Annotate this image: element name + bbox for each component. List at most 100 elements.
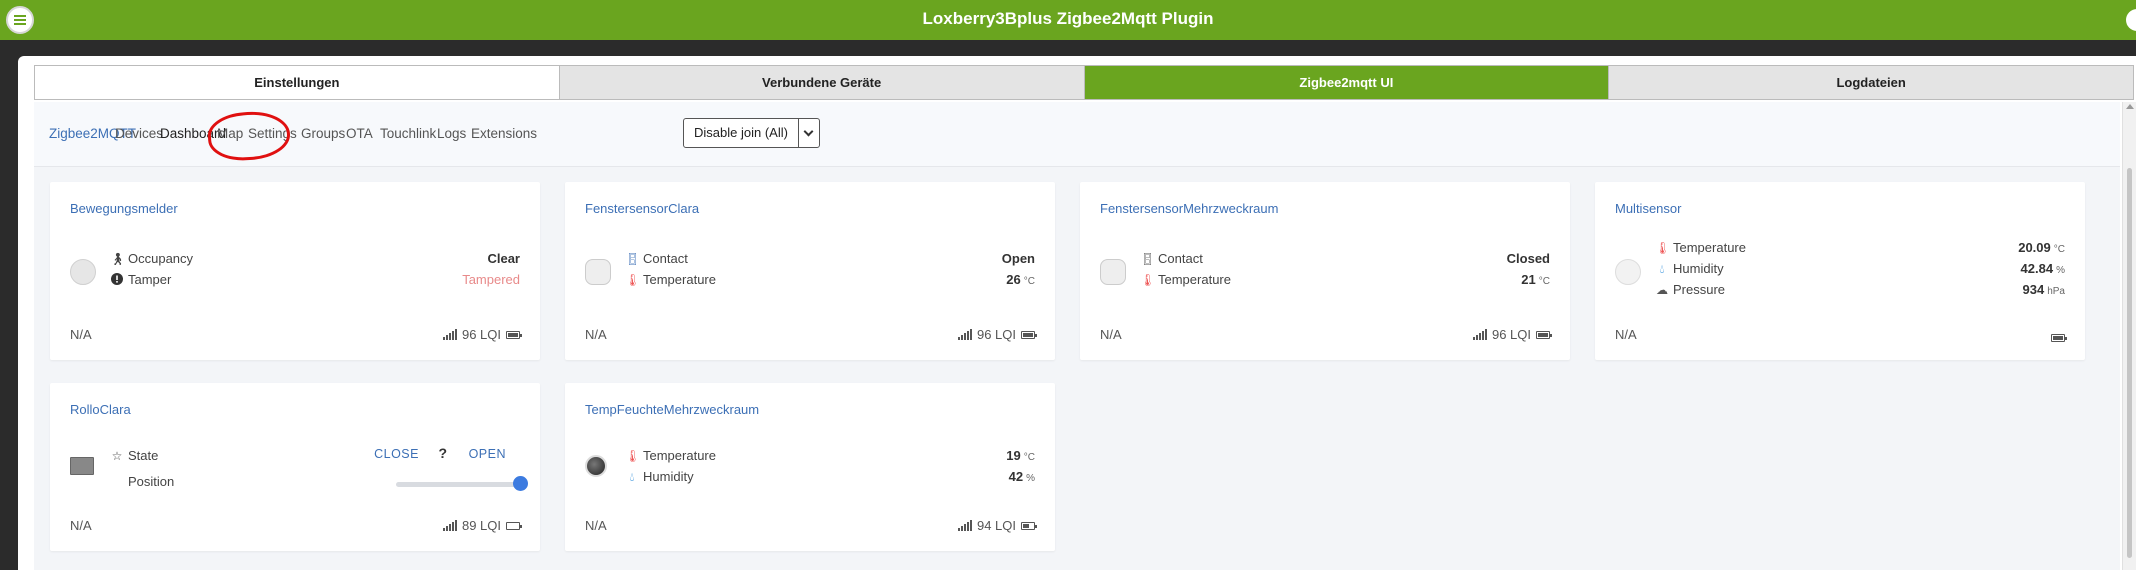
row-value: 20.09 <box>2018 240 2051 255</box>
row-unit: % <box>1026 473 1035 484</box>
device-card-multisensor: Multisensor 🌡︎ Temperature 20.09 °C 💧︎ Hu… <box>1595 182 2085 360</box>
thermometer-icon: 🌡︎ <box>1655 241 1671 255</box>
row-label: Temperature <box>643 272 716 287</box>
nav-groups[interactable]: Groups <box>301 126 345 141</box>
row-label: Tamper <box>128 272 172 287</box>
pressure-row: ☁︎ Pressure 934 hPa <box>1655 281 2065 301</box>
tab-logdateien[interactable]: Logdateien <box>1609 66 2133 99</box>
row-label: Contact <box>1158 251 1203 266</box>
signal-icon <box>442 520 458 531</box>
row-label: Position <box>128 474 175 489</box>
unknown-state-button[interactable]: ? <box>438 445 447 461</box>
battery-icon <box>506 521 522 530</box>
battery-icon <box>1021 521 1037 530</box>
row-value: 42 <box>1008 469 1024 484</box>
z2m-navbar: Zigbee2MQTT Devices Dashboard Map Settin… <box>34 102 2120 167</box>
humidity-row: 💧︎ Humidity 42% <box>625 468 1035 488</box>
temperature-row: 🌡︎ Temperature 19 °C <box>625 447 1035 467</box>
row-unit: °C <box>2053 244 2065 255</box>
nav-touchlink[interactable]: Touchlink <box>380 126 436 141</box>
close-button[interactable]: CLOSE <box>374 447 419 461</box>
cloud-icon: ☁︎ <box>1656 283 1668 297</box>
scrollbar-thumb[interactable] <box>2127 168 2132 558</box>
scroll-up-icon[interactable] <box>2126 104 2134 109</box>
device-image <box>1615 259 1641 285</box>
signal-icon <box>442 329 458 340</box>
page-scrollbar[interactable] <box>2122 102 2136 570</box>
row-label: Humidity <box>643 469 694 484</box>
open-button[interactable]: OPEN <box>469 447 506 461</box>
app-title: Loxberry3Bplus Zigbee2Mqtt Plugin <box>922 9 1214 28</box>
last-seen: N/A <box>1615 327 1637 342</box>
row-value: 42.84 <box>2020 261 2054 276</box>
last-seen: N/A <box>585 327 607 342</box>
battery-icon <box>1021 330 1037 339</box>
device-image <box>70 457 94 475</box>
link-quality: 96 LQI <box>1472 327 1552 342</box>
disable-join-button[interactable]: Disable join (All) <box>683 118 820 148</box>
last-seen: N/A <box>70 518 92 533</box>
app-header: Loxberry3Bplus Zigbee2Mqtt Plugin <box>0 0 2136 40</box>
device-name[interactable]: FenstersensorMehrzweckraum <box>1100 201 1278 216</box>
nav-ota[interactable]: OTA <box>346 126 373 141</box>
nav-devices[interactable]: Devices <box>115 126 163 141</box>
row-unit: % <box>2056 265 2065 276</box>
disable-join-label[interactable]: Disable join (All) <box>684 119 799 147</box>
position-slider-knob[interactable] <box>513 476 528 491</box>
walking-icon: 🚶︎ <box>110 252 126 266</box>
chevron-down-icon[interactable] <box>799 119 819 147</box>
row-label: Pressure <box>1673 282 1726 297</box>
lqi-value: 89 LQI <box>461 518 501 533</box>
battery-icon <box>1536 330 1552 339</box>
row-unit: °C <box>1023 276 1035 287</box>
row-label: Humidity <box>1673 261 1724 276</box>
lqi-value: 96 LQI <box>461 327 501 342</box>
link-quality: 96 LQI <box>957 327 1037 342</box>
state-row: ☆ State CLOSE ? OPEN <box>110 445 520 467</box>
device-image <box>1100 259 1126 285</box>
position-row: Position <box>110 473 528 493</box>
device-name[interactable]: Bewegungsmelder <box>70 201 178 216</box>
thermometer-icon: 🌡︎ <box>1140 273 1156 287</box>
last-seen: N/A <box>1100 327 1122 342</box>
droplet-icon: 💧︎ <box>629 470 635 484</box>
tab-zigbee2mqtt-ui[interactable]: Zigbee2mqtt UI <box>1084 66 1610 99</box>
device-name[interactable]: Multisensor <box>1615 201 1681 216</box>
temperature-row: 🌡︎ Temperature 20.09 °C <box>1655 239 2065 259</box>
row-value: Tampered <box>462 272 520 287</box>
device-image <box>585 455 607 477</box>
position-slider[interactable] <box>396 482 520 487</box>
link-quality: 94 LQI <box>957 518 1037 533</box>
last-seen: N/A <box>70 327 92 342</box>
nav-extensions[interactable]: Extensions <box>471 126 537 141</box>
last-seen: N/A <box>585 518 607 533</box>
row-value: 19 <box>1006 448 1021 463</box>
plugin-tabs: Einstellungen Verbundene Geräte Zigbee2m… <box>34 65 2134 100</box>
tab-einstellungen[interactable]: Einstellungen <box>35 66 560 99</box>
contact-row: 🚪︎ Contact Open <box>625 250 1035 270</box>
device-name[interactable]: FenstersensorClara <box>585 201 699 216</box>
row-label: Temperature <box>1673 240 1746 255</box>
row-value: Open <box>1001 251 1035 266</box>
device-image <box>585 259 611 285</box>
device-name[interactable]: TempFeuchteMehrzweckraum <box>585 402 759 417</box>
thermometer-icon: 🌡︎ <box>625 273 641 287</box>
lqi-value: 96 LQI <box>1491 327 1531 342</box>
device-card-fenstersensorclara: FenstersensorClara 🚪︎ Contact Open 🌡︎ Te… <box>565 182 1055 360</box>
door-open-icon: 🚪︎ <box>625 252 641 266</box>
lqi-value: 96 LQI <box>976 327 1016 342</box>
device-card-rolloclara: RolloClara ☆ State CLOSE ? OPEN Position… <box>50 383 540 551</box>
tamper-row: Tamper Tampered <box>110 271 520 291</box>
zigbee2mqtt-frame: Zigbee2MQTT Devices Dashboard Map Settin… <box>34 102 2120 570</box>
row-unit: hPa <box>2047 286 2065 297</box>
battery-icon <box>2051 334 2067 342</box>
tab-verbundene-geraete[interactable]: Verbundene Geräte <box>559 66 1085 99</box>
signal-icon <box>1472 329 1488 340</box>
row-value: 934 <box>2022 282 2045 297</box>
device-card-bewegungsmelder: Bewegungsmelder 🚶︎ Occupancy Clear Tampe… <box>50 182 540 360</box>
device-name[interactable]: RolloClara <box>70 402 131 417</box>
row-value: 26 <box>1006 272 1021 287</box>
nav-logs[interactable]: Logs <box>437 126 466 141</box>
contact-row: 🚪︎ Contact Closed <box>1140 250 1550 270</box>
link-quality: 89 LQI <box>442 518 522 533</box>
